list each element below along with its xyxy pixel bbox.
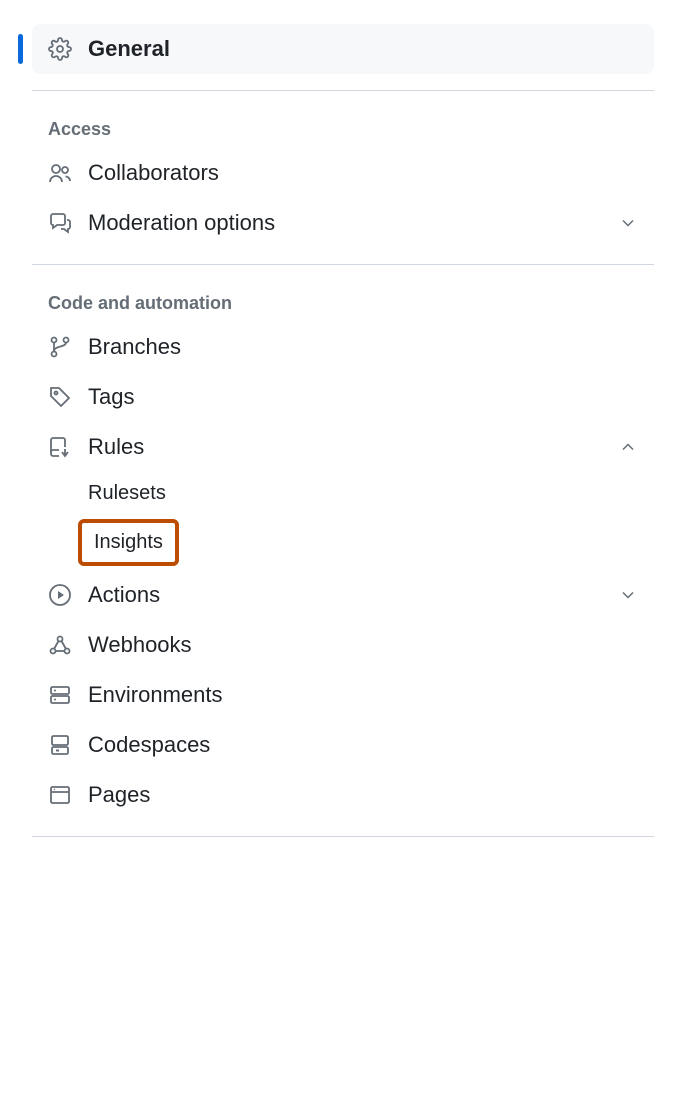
sidebar-item-codespaces[interactable]: Codespaces xyxy=(32,720,654,770)
sidebar-label-moderation: Moderation options xyxy=(88,210,618,236)
sidebar-label-environments: Environments xyxy=(88,682,638,708)
sidebar-item-pages[interactable]: Pages xyxy=(32,770,654,820)
play-icon xyxy=(48,583,72,607)
comment-discussion-icon xyxy=(48,211,72,235)
divider xyxy=(32,264,654,265)
sidebar-label-actions: Actions xyxy=(88,582,618,608)
sidebar-subitem-rulesets[interactable]: Rulesets xyxy=(32,472,654,515)
sidebar-item-environments[interactable]: Environments xyxy=(32,670,654,720)
webhook-icon xyxy=(48,633,72,657)
sidebar-item-tags[interactable]: Tags xyxy=(32,372,654,422)
chevron-up-icon xyxy=(618,437,638,457)
chevron-down-icon xyxy=(618,213,638,233)
sidebar-label-rules: Rules xyxy=(88,434,618,460)
chevron-down-icon xyxy=(618,585,638,605)
sidebar-label-collaborators: Collaborators xyxy=(88,160,638,186)
sidebar-item-rules[interactable]: Rules xyxy=(32,422,654,472)
sidebar-item-moderation[interactable]: Moderation options xyxy=(32,198,654,248)
sidebar-label-general: General xyxy=(88,36,638,62)
sidebar-item-branches[interactable]: Branches xyxy=(32,322,654,372)
browser-icon xyxy=(48,783,72,807)
divider xyxy=(32,90,654,91)
section-header-access: Access xyxy=(32,107,654,148)
sidebar-label-tags: Tags xyxy=(88,384,638,410)
divider xyxy=(32,836,654,837)
sidebar-item-webhooks[interactable]: Webhooks xyxy=(32,620,654,670)
sidebar-label-webhooks: Webhooks xyxy=(88,632,638,658)
sidebar-subitem-insights[interactable]: Insights xyxy=(78,519,179,566)
sidebar-label-codespaces: Codespaces xyxy=(88,732,638,758)
repo-push-icon xyxy=(48,435,72,459)
codespaces-icon xyxy=(48,733,72,757)
sidebar-item-collaborators[interactable]: Collaborators xyxy=(32,148,654,198)
gear-icon xyxy=(48,37,72,61)
sidebar-label-branches: Branches xyxy=(88,334,638,360)
sidebar-label-pages: Pages xyxy=(88,782,638,808)
sidebar-item-general[interactable]: General xyxy=(32,24,654,74)
server-icon xyxy=(48,683,72,707)
people-icon xyxy=(48,161,72,185)
tag-icon xyxy=(48,385,72,409)
section-header-code: Code and automation xyxy=(32,281,654,322)
git-branch-icon xyxy=(48,335,72,359)
sidebar-item-actions[interactable]: Actions xyxy=(32,570,654,620)
